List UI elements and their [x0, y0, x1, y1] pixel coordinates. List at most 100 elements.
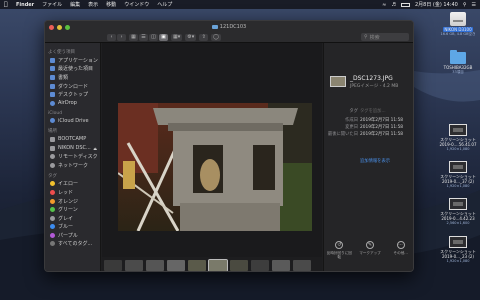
menu-window[interactable]: ウインドウ: [124, 1, 149, 8]
filmstrip-thumbnail[interactable]: [188, 259, 206, 271]
menubar-clock[interactable]: 2月8日 (金) 14:40: [415, 1, 458, 8]
tag-list: イエロー レッド オレンジ グリーン グレイ ブルー パープルすべてのタグ...: [45, 180, 100, 249]
action-gear-button[interactable]: ⚙▾: [185, 33, 197, 41]
file-name: _DSC1273.JPG: [350, 75, 393, 82]
wifi-icon[interactable]: ≈: [382, 2, 386, 8]
folder-icon: [211, 24, 218, 29]
sidebar-item-label: イエロー: [58, 181, 78, 188]
volume-icon[interactable]: ♬: [392, 2, 396, 8]
search-icon[interactable]: ⚲: [463, 2, 467, 8]
screenshot-file-icon: [449, 236, 467, 248]
tags-field[interactable]: タグを追加...: [360, 108, 386, 114]
filmstrip-thumbnail[interactable]: [104, 259, 122, 271]
external-drive-icon: [450, 12, 466, 26]
sidebar-item-bootcamp[interactable]: BOOTCAMP: [45, 135, 100, 144]
more-actions-button[interactable]: ⋯ その他...: [388, 241, 413, 271]
sidebar-item-label: グレイ: [58, 215, 74, 222]
sidebar-item-recents[interactable]: 最近使った項目: [45, 65, 100, 74]
icon-view-button[interactable]: ▦: [129, 33, 138, 41]
view-mode-buttons: ▦ ☰ ◫ ▣: [129, 33, 168, 41]
sidebar-item-tag[interactable]: オレンジ: [45, 197, 100, 206]
menu-finder[interactable]: Finder: [16, 2, 34, 8]
sidebar-item-icloud-drive[interactable]: iCloud Drive: [45, 117, 100, 126]
forward-button[interactable]: ›: [117, 33, 126, 41]
filmstrip-thumbnail[interactable]: [230, 259, 248, 271]
document-icon: [50, 74, 55, 80]
tag-color-dot-icon: [50, 232, 55, 238]
sidebar-item-label: NIKON DSC...: [58, 145, 91, 152]
filmstrip-thumbnail[interactable]: [167, 259, 185, 271]
share-button[interactable]: ⇧: [199, 33, 209, 41]
disk-icon: [50, 145, 55, 151]
gallery-preview: [102, 43, 322, 271]
sidebar-item-label: すべてのタグ...: [58, 241, 93, 248]
menu-file[interactable]: ファイル: [42, 1, 62, 8]
search-field[interactable]: ⚲ 検索: [361, 33, 409, 41]
sidebar-item-network[interactable]: ネットワーク: [45, 161, 100, 170]
filmstrip-thumbnail[interactable]: [251, 259, 269, 271]
gallery-view-button[interactable]: ▣: [159, 33, 168, 41]
back-button[interactable]: ‹: [107, 33, 116, 41]
filmstrip-thumbnail[interactable]: [293, 259, 311, 271]
sidebar-item-label: オレンジ: [58, 198, 79, 205]
airdrop-icon: [50, 100, 55, 106]
sidebar-item-tag[interactable]: ブルー: [45, 223, 100, 232]
sidebar-item-airdrop[interactable]: AirDrop: [45, 99, 100, 108]
sidebar-item-desktop[interactable]: デスクトップ: [45, 90, 100, 99]
markup-button[interactable]: ✎ マークアップ: [357, 241, 383, 271]
desktop-icon-sub: 1,920×1,080: [446, 184, 470, 188]
menu-help[interactable]: ヘルプ: [157, 1, 172, 8]
menu-list-icon[interactable]: ☰: [472, 2, 476, 8]
sidebar-item-documents[interactable]: 書類: [45, 73, 100, 82]
filmstrip-thumbnail[interactable]: [272, 259, 290, 271]
network-icon: [50, 162, 55, 168]
desktop-folder-toshiba[interactable]: TOSHIBA32GB 33項目: [436, 50, 480, 75]
desktop-drive-nikon[interactable]: NIKON D3100 16.6 GB, 4.8 GB空き: [436, 12, 480, 37]
preview-image[interactable]: [118, 103, 312, 231]
tag-button[interactable]: ◯: [211, 33, 221, 41]
sidebar-item-downloads[interactable]: ダウンロード: [45, 82, 100, 91]
tag-color-dot-icon: [50, 198, 55, 204]
sidebar-item-label: 最近使った項目: [58, 66, 94, 73]
apple-menu-icon[interactable]: : [4, 1, 10, 8]
desktop-icon-sub: 2,560×1,600: [446, 221, 470, 225]
desktop-screenshot-3[interactable]: スクリーンショット 2019-0...4.42.23 2,560×1,600: [436, 198, 480, 226]
menu-go[interactable]: 移動: [106, 1, 116, 8]
group-button[interactable]: ▦▾: [171, 33, 183, 41]
menu-edit[interactable]: 編集: [70, 1, 80, 8]
meta-key: 変更日: [345, 125, 358, 130]
sidebar-item-tag[interactable]: グレイ: [45, 214, 100, 223]
sidebar-item-applications[interactable]: アプリケーション: [45, 56, 100, 65]
filmstrip-thumbnail[interactable]: [125, 259, 143, 271]
eject-icon[interactable]: ⏏: [93, 146, 97, 151]
sidebar-item-label: パープル: [58, 232, 78, 239]
desktop-screenshot-1[interactable]: スクリーンショット 2019-0....56.41.07 1,920×1,080: [436, 124, 480, 152]
toolbar: ‹ › ▦ ☰ ◫ ▣ ▦▾ ⚙▾ ⇧ ◯: [45, 32, 413, 42]
column-view-button[interactable]: ◫: [149, 33, 158, 41]
filmstrip-thumbnail[interactable]: [208, 258, 228, 271]
file-thumbnail: [330, 76, 346, 87]
battery-icon[interactable]: [400, 2, 410, 7]
cloud-icon: [50, 118, 55, 124]
sidebar-item-tag[interactable]: グリーン: [45, 205, 100, 214]
window-titlebar: 121DC103 ‹ › ▦ ☰ ◫ ▣ ▦▾ ⚙▾ ⇧ ◯ ⚲ 検索: [45, 21, 413, 43]
sidebar-item-tag[interactable]: レッド: [45, 188, 100, 197]
sidebar-item-tag[interactable]: イエロー: [45, 180, 100, 189]
show-more-info-link[interactable]: 追加情報を表示: [360, 158, 390, 164]
disc-icon: [50, 154, 55, 160]
rotate-left-button[interactable]: ↺ 反時計回りに回転: [326, 241, 352, 271]
markup-icon: ✎: [365, 241, 374, 249]
sidebar-item-remote-disc[interactable]: リモートディスク: [45, 152, 100, 161]
meta-key: 最後に開いた日: [327, 132, 358, 137]
list-view-button[interactable]: ☰: [139, 33, 148, 41]
menu-view[interactable]: 表示: [88, 1, 98, 8]
sidebar-item-nikon[interactable]: NIKON DSC... ⏏: [45, 144, 100, 153]
desktop-screenshot-4[interactable]: スクリーンショット 2019-0..._23 (2) 1,920×1,080: [436, 236, 480, 264]
sidebar-item-tag[interactable]: すべてのタグ...: [45, 240, 100, 249]
meta-value: 2019年2月7日 11:58: [360, 125, 404, 130]
filmstrip-thumbnail[interactable]: [146, 259, 164, 271]
preview-inspector: _DSC1273.JPG JPEGイメージ - 4.2 MB タグ タグを追加.…: [323, 43, 413, 271]
sidebar-header-favorites: よく使う項目: [48, 50, 75, 55]
desktop-screenshot-2[interactable]: スクリーンショット 2019-0..._37 (2) 1,920×1,080: [436, 161, 480, 189]
sidebar-item-tag[interactable]: パープル: [45, 231, 100, 240]
